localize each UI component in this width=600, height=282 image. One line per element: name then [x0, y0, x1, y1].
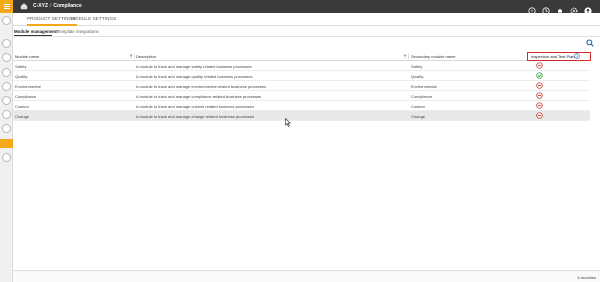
description-cell: A module to track and manage change rela…	[136, 114, 255, 119]
tab-product-settings[interactable]: PRODUCT SETTINGS	[27, 16, 75, 21]
rail-list-icon[interactable]	[2, 68, 11, 77]
secondary-module-cell: Custom	[411, 104, 425, 109]
subtab-active-indicator	[14, 35, 52, 36]
module-name-cell: Custom	[15, 104, 29, 109]
filter-icon[interactable]	[403, 54, 407, 58]
column-header-module-name[interactable]: Module name	[15, 54, 39, 59]
enabled-check-icon[interactable]	[536, 72, 543, 79]
description-cell: A module to track and manage custom rela…	[136, 104, 254, 109]
module-name-cell: Change	[15, 114, 30, 119]
info-icon[interactable]	[574, 53, 580, 59]
rail-settings-icon[interactable]	[2, 110, 11, 119]
secondary-module-cell: Change	[411, 114, 426, 119]
table-row[interactable]: Environmental A module to track and mana…	[13, 81, 590, 91]
module-name-cell: Environmental	[15, 84, 41, 89]
rail-hierarchy-icon[interactable]	[2, 153, 11, 162]
secondary-module-cell: Quality	[411, 74, 424, 79]
rail-menu-icon[interactable]	[2, 16, 11, 25]
disabled-icon[interactable]	[536, 82, 543, 89]
disabled-icon[interactable]	[536, 112, 543, 119]
settings-icon[interactable]	[570, 2, 578, 15]
rail-edit-icon[interactable]	[2, 82, 11, 91]
module-name-cell: Safety	[15, 64, 27, 69]
settings-tabs: PRODUCT SETTINGS MODULE SETTINGS	[13, 13, 600, 26]
search-icon[interactable]	[586, 39, 594, 47]
module-subtabs: Module management Template integrations	[13, 26, 600, 37]
description-cell: A module to track and manage safety rela…	[136, 64, 252, 69]
secondary-module-cell: Safety	[411, 64, 423, 69]
bell-icon[interactable]	[556, 2, 564, 15]
mouse-cursor-icon	[285, 118, 291, 127]
user-icon[interactable]	[584, 2, 592, 15]
description-cell: A module to track and manage environment…	[136, 84, 267, 89]
secondary-module-cell: Environmental	[411, 84, 437, 89]
breadcrumb-current: Compliance	[53, 3, 82, 9]
column-header-secondary-module-name[interactable]: Secondary module name	[411, 54, 455, 59]
subtab-template-integrations[interactable]: Template integrations	[57, 29, 99, 34]
table-row[interactable]: Quality A module to track and manage qua…	[13, 71, 590, 81]
breadcrumb-separator: /	[50, 3, 52, 9]
rail-chart-icon[interactable]	[2, 96, 11, 105]
module-name-cell: Compliance	[15, 94, 37, 99]
rail-user-icon[interactable]	[2, 124, 11, 133]
table-header: Module name Description Secondary module…	[13, 51, 590, 61]
description-cell: A module to track and manage quality rel…	[136, 74, 253, 79]
table-row[interactable]: Change A module to track and manage chan…	[13, 111, 590, 121]
row-count-label: 6 modules	[577, 275, 596, 280]
filter-icon[interactable]	[129, 54, 133, 58]
disabled-icon[interactable]	[536, 92, 543, 99]
table-row[interactable]: Custom A module to track and manage cust…	[13, 101, 590, 111]
breadcrumb-root[interactable]: C-XYZ	[33, 3, 48, 9]
column-highlight-annotation	[527, 52, 591, 61]
rail-add-icon[interactable]	[2, 53, 11, 62]
secondary-module-cell: Compliance	[411, 94, 433, 99]
description-cell: A module to track and manage compliance …	[136, 94, 262, 99]
help-icon[interactable]: ?	[528, 2, 536, 15]
left-nav-rail	[0, 13, 13, 282]
modules-table: Module name Description Secondary module…	[13, 51, 590, 121]
table-row[interactable]: Compliance A module to track and manage …	[13, 91, 590, 101]
top-bar: C-XYZ/Compliance ?	[0, 0, 600, 15]
module-name-cell: Quality	[15, 74, 28, 79]
table-footer: 6 modules	[13, 270, 600, 282]
app-menu-button[interactable]	[0, 0, 13, 13]
hamburger-icon	[3, 4, 10, 9]
table-row[interactable]: Safety A module to track and manage safe…	[13, 61, 590, 71]
breadcrumb: C-XYZ / Compliance	[33, 3, 82, 9]
column-header-description[interactable]: Description	[136, 54, 156, 59]
disabled-icon[interactable]	[536, 62, 543, 69]
disabled-icon[interactable]	[536, 102, 543, 109]
subtab-module-management[interactable]: Module management	[14, 29, 58, 34]
history-icon[interactable]	[542, 2, 550, 15]
tab-module-settings[interactable]: MODULE SETTINGS	[71, 16, 116, 21]
rail-module-icon[interactable]	[0, 139, 13, 148]
home-icon[interactable]	[20, 2, 28, 10]
rail-dashboard-icon[interactable]	[2, 39, 11, 48]
